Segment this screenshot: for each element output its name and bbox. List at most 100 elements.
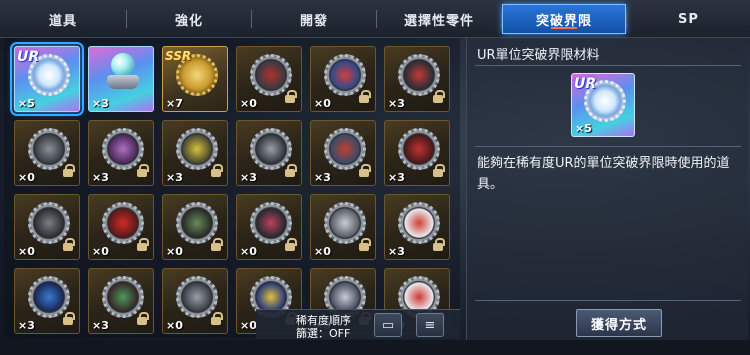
item-count: ×0 bbox=[166, 245, 183, 258]
part-gear-icon bbox=[398, 202, 440, 244]
lock-icon bbox=[359, 164, 371, 177]
item-count: ×0 bbox=[166, 319, 183, 332]
item-count: ×3 bbox=[92, 97, 109, 110]
item-count: ×3 bbox=[388, 171, 405, 184]
part-gear-icon bbox=[250, 202, 292, 244]
divider bbox=[475, 65, 741, 66]
item-tile[interactable]: ×0 bbox=[88, 194, 154, 260]
lock-icon bbox=[137, 238, 149, 251]
part-gear-icon bbox=[176, 202, 218, 244]
item-count: ×0 bbox=[240, 97, 257, 110]
sort-filter-bar: 稀有度順序 篩選：OFF ▭ ≡ bbox=[256, 309, 460, 341]
lock-icon bbox=[63, 238, 75, 251]
item-count: ×0 bbox=[314, 97, 331, 110]
item-description: 能夠在稀有度UR的單位突破界限時使用的道具。 bbox=[477, 156, 730, 192]
item-count: ×5 bbox=[18, 97, 35, 110]
item-tile[interactable]: ×3 bbox=[310, 120, 376, 186]
item-count: ×0 bbox=[18, 171, 35, 184]
lock-icon bbox=[359, 90, 371, 103]
item-count: ×3 bbox=[92, 319, 109, 332]
item-count: ×0 bbox=[92, 245, 109, 258]
item-count: ×5 bbox=[575, 122, 592, 135]
divider bbox=[475, 300, 741, 301]
item-tile[interactable]: ×0 bbox=[310, 46, 376, 112]
lock-icon bbox=[285, 90, 297, 103]
obtain-method-button[interactable]: 獲得方式 bbox=[576, 309, 662, 337]
item-tile[interactable]: ×0 bbox=[14, 194, 80, 260]
lock-icon bbox=[137, 312, 149, 325]
item-tile[interactable]: ×3 bbox=[162, 120, 228, 186]
part-gear-icon bbox=[250, 128, 292, 170]
lock-icon bbox=[211, 164, 223, 177]
part-gear-icon bbox=[102, 202, 144, 244]
item-tile[interactable]: ×0 bbox=[236, 46, 302, 112]
card-view-icon: ▭ bbox=[381, 317, 395, 333]
tab-separator bbox=[501, 10, 502, 28]
sort-order-button[interactable]: ≡ bbox=[416, 313, 444, 337]
tab-4[interactable]: 突破界限 bbox=[502, 4, 626, 34]
item-count: ×3 bbox=[388, 245, 405, 258]
item-count: ×3 bbox=[92, 171, 109, 184]
part-gear-icon bbox=[324, 54, 366, 96]
item-tile[interactable]: ×0 bbox=[162, 268, 228, 334]
item-tile[interactable]: ×3 bbox=[384, 46, 450, 112]
lock-icon bbox=[433, 238, 445, 251]
bottom-strip bbox=[0, 340, 750, 355]
item-count: ×3 bbox=[18, 319, 35, 332]
tab-0[interactable]: 道具 bbox=[0, 4, 126, 34]
part-gear-icon bbox=[398, 54, 440, 96]
lock-icon bbox=[359, 238, 371, 251]
lock-icon bbox=[63, 164, 75, 177]
tab-2[interactable]: 開發 bbox=[252, 4, 376, 34]
part-gear-icon bbox=[324, 128, 366, 170]
item-tile[interactable]: ×3 bbox=[384, 194, 450, 260]
lock-icon bbox=[285, 238, 297, 251]
item-count: ×3 bbox=[388, 97, 405, 110]
tab-separator bbox=[626, 10, 627, 28]
rarity-tag: UR bbox=[17, 49, 40, 65]
item-count: ×3 bbox=[240, 171, 257, 184]
item-tile[interactable]: ×0 bbox=[162, 194, 228, 260]
item-name: UR單位突破界限材料 bbox=[477, 48, 600, 63]
view-toggle-button[interactable]: ▭ bbox=[374, 313, 402, 337]
item-count: ×0 bbox=[314, 245, 331, 258]
part-gear-icon bbox=[28, 276, 70, 318]
item-tile[interactable]: ×0 bbox=[236, 194, 302, 260]
lock-icon bbox=[433, 90, 445, 103]
part-gear-icon bbox=[398, 128, 440, 170]
item-count: ×0 bbox=[240, 245, 257, 258]
item-count: ×0 bbox=[18, 245, 35, 258]
lock-icon bbox=[63, 312, 75, 325]
item-detail-panel: UR單位突破界限材料 UR ×5 能夠在稀有度UR的單位突破界限時使用的道具。 … bbox=[466, 38, 748, 340]
item-grid: UR ×5 ×3 SSR ×7 ×0 ×0 ×3 ×0 ×3 ×3 ×3 ×3 ×3 ×0 ×0 ×0 ×0 ×0 ×… bbox=[4, 38, 460, 338]
item-tile[interactable]: ×3 bbox=[88, 268, 154, 334]
filter-status-label[interactable]: 篩選：OFF bbox=[296, 325, 350, 341]
item-count: ×3 bbox=[166, 171, 183, 184]
part-gear-icon bbox=[102, 276, 144, 318]
item-tile[interactable]: ×3 bbox=[384, 120, 450, 186]
item-tile[interactable]: ×0 bbox=[14, 120, 80, 186]
item-tile[interactable]: ×3 bbox=[88, 120, 154, 186]
lock-icon bbox=[137, 164, 149, 177]
sort-order-icon: ≡ bbox=[424, 317, 436, 333]
tab-3[interactable]: 選擇性零件 bbox=[377, 4, 501, 34]
lock-icon bbox=[211, 312, 223, 325]
rarity-tag: SSR bbox=[165, 49, 192, 63]
lock-icon bbox=[433, 164, 445, 177]
part-gear-icon bbox=[176, 128, 218, 170]
item-detail-icon: UR ×5 bbox=[571, 73, 635, 137]
item-tile[interactable]: ×3 bbox=[14, 268, 80, 334]
item-tile[interactable]: ×3 bbox=[88, 46, 154, 112]
tab-1[interactable]: 強化 bbox=[127, 4, 251, 34]
item-tile[interactable]: SSR ×7 bbox=[162, 46, 228, 112]
part-gear-icon bbox=[324, 202, 366, 244]
item-tile[interactable]: UR ×5 bbox=[10, 42, 84, 116]
crystal-orb-icon bbox=[105, 53, 141, 91]
category-tab-bar: 道具 強化 開發 選擇性零件 突破界限 SP bbox=[0, 0, 750, 38]
item-tile[interactable]: ×3 bbox=[236, 120, 302, 186]
item-count: ×0 bbox=[240, 319, 257, 332]
tab-5[interactable]: SP bbox=[627, 4, 750, 34]
item-tile[interactable]: ×0 bbox=[310, 194, 376, 260]
lock-icon bbox=[285, 164, 297, 177]
tab-separator bbox=[251, 10, 252, 28]
